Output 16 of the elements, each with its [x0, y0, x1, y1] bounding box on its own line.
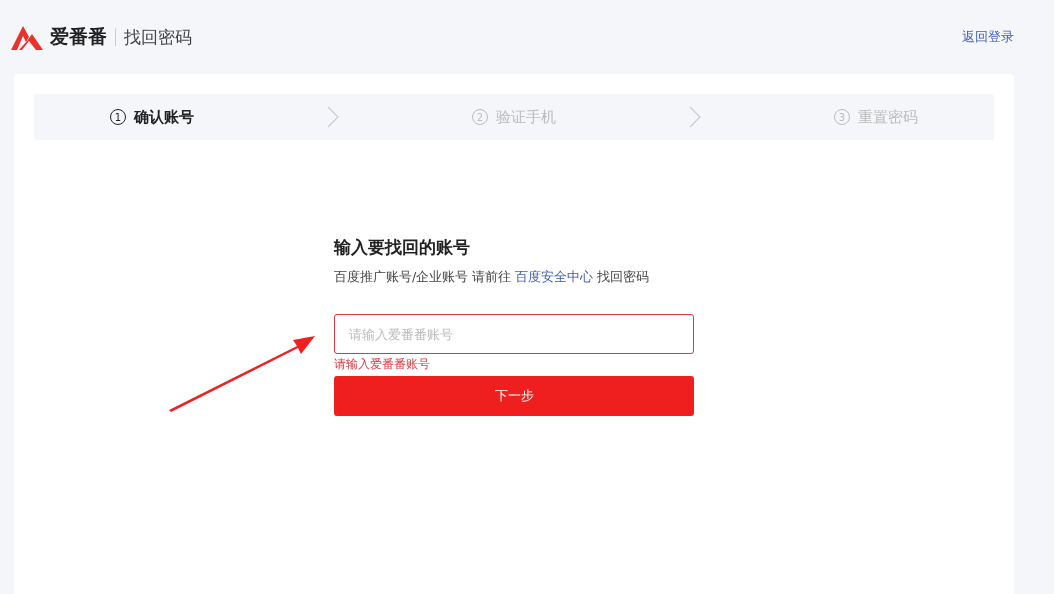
page-title: 找回密码: [124, 25, 192, 49]
step-label: 确认账号: [134, 107, 194, 127]
form-title: 输入要找回的账号: [334, 236, 471, 259]
chevron-icon: [327, 106, 339, 128]
chevron-icon: [689, 106, 701, 128]
back-to-login-link[interactable]: 返回登录: [962, 28, 1014, 46]
step-label: 验证手机: [496, 107, 556, 127]
note-text: 找回密码: [597, 269, 650, 286]
brand-name: 爱番番: [50, 24, 107, 49]
step-label: 重置密码: [858, 107, 918, 127]
error-message: 请输入爱番番账号: [334, 357, 431, 372]
account-input-field[interactable]: 请输入爱番番账号: [334, 314, 694, 354]
security-center-link[interactable]: 百度安全中心: [515, 269, 594, 286]
next-button[interactable]: 下一步: [334, 376, 694, 416]
step-tab[interactable]: 1 确认账号: [110, 107, 194, 127]
note-text: 百度推广账号/企业账号 请前往: [334, 269, 512, 286]
